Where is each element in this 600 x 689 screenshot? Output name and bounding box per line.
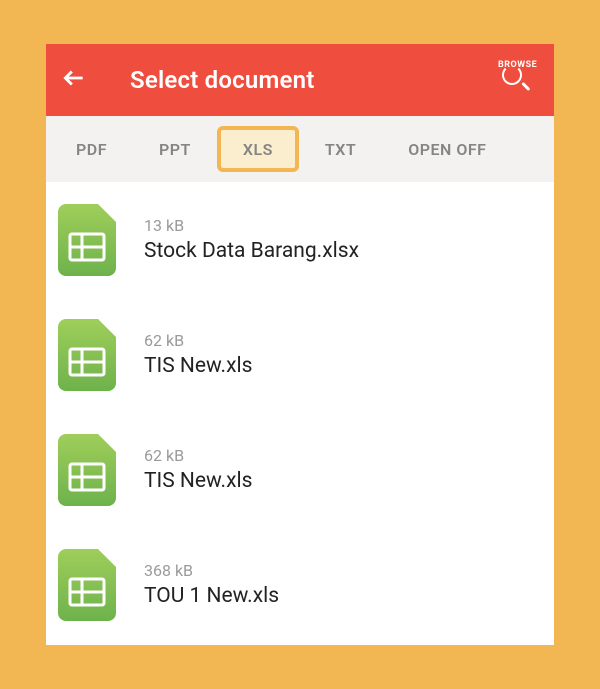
file-name: Stock Data Barang.xlsx — [144, 239, 540, 263]
tab-txt[interactable]: TXT — [299, 126, 382, 172]
arrow-left-icon — [61, 65, 87, 95]
file-row[interactable]: 368 kB TOU 1 New.xls — [46, 527, 554, 642]
file-name: TOU 1 New.xls — [144, 584, 540, 608]
spreadsheet-file-icon — [58, 319, 116, 391]
page-title: Select document — [130, 66, 315, 94]
tab-pdf[interactable]: PDF — [50, 126, 133, 172]
file-size: 13 kB — [144, 216, 540, 235]
tab-ppt[interactable]: PPT — [133, 126, 217, 172]
file-size: 62 kB — [144, 446, 540, 465]
file-row[interactable]: 13 kB Stock Data Barang.xlsx — [46, 182, 554, 297]
file-row[interactable]: 62 kB TIS New.xls — [46, 412, 554, 527]
file-size: 368 kB — [144, 561, 540, 580]
file-icon-cell — [58, 319, 136, 391]
file-icon-cell — [58, 434, 136, 506]
file-meta: 62 kB TIS New.xls — [136, 331, 540, 378]
file-meta: 368 kB TOU 1 New.xls — [136, 561, 540, 608]
file-icon-cell — [58, 549, 136, 621]
browse-search-icon: BROWSE — [501, 63, 535, 97]
file-icon-cell — [58, 204, 136, 276]
file-list: 13 kB Stock Data Barang.xlsx 62 kB TIS N… — [46, 182, 554, 642]
spreadsheet-file-icon — [58, 204, 116, 276]
app-header: Select document BROWSE — [46, 44, 554, 116]
file-meta: 13 kB Stock Data Barang.xlsx — [136, 216, 540, 263]
file-type-tabs: PDF PPT XLS TXT OPEN OFF — [46, 116, 554, 182]
file-meta: 62 kB TIS New.xls — [136, 446, 540, 493]
app-frame: Select document BROWSE PDF PPT XLS TXT O… — [46, 44, 554, 645]
file-name: TIS New.xls — [144, 354, 540, 378]
back-button[interactable] — [52, 58, 96, 102]
file-size: 62 kB — [144, 331, 540, 350]
browse-button[interactable]: BROWSE — [496, 58, 540, 102]
spreadsheet-file-icon — [58, 549, 116, 621]
file-name: TIS New.xls — [144, 469, 540, 493]
spreadsheet-file-icon — [58, 434, 116, 506]
tab-xls[interactable]: XLS — [217, 126, 299, 172]
file-row[interactable]: 62 kB TIS New.xls — [46, 297, 554, 412]
tab-open-office[interactable]: OPEN OFF — [382, 126, 512, 172]
